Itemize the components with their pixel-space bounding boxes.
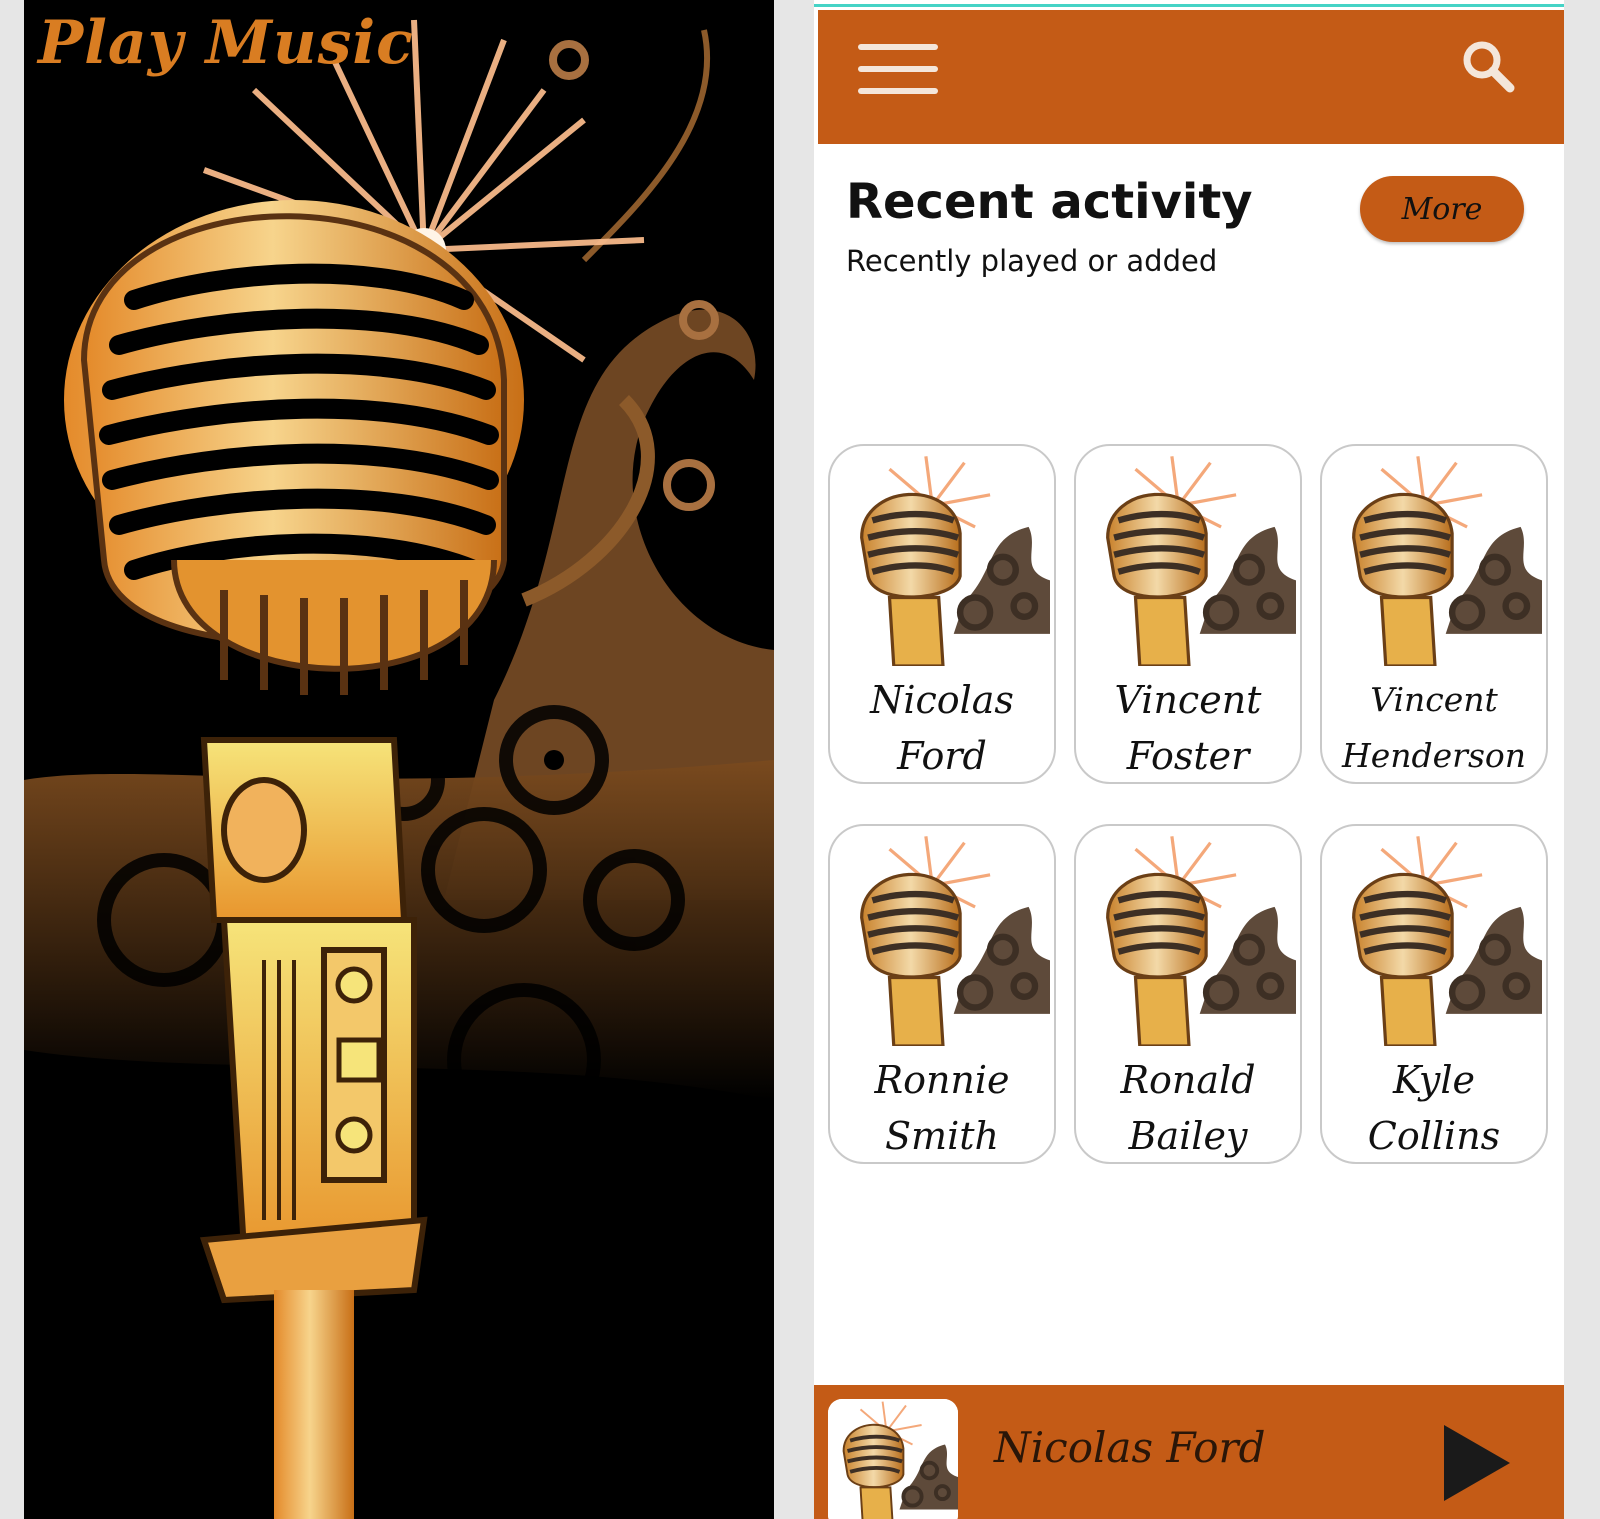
artist-name: Vincent Foster xyxy=(1114,678,1262,778)
microphone-thumbnail xyxy=(836,832,1050,1046)
search-icon[interactable] xyxy=(1458,36,1518,96)
artist-card[interactable]: Kyle Collins xyxy=(1320,824,1548,1164)
microphone-thumbnail xyxy=(1328,452,1542,666)
microphone-thumbnail xyxy=(836,452,1050,666)
app-header xyxy=(818,10,1564,144)
artist-name: Ronald Bailey xyxy=(1120,1058,1256,1158)
artist-name: Nicolas Ford xyxy=(870,678,1014,778)
artist-grid: Nicolas Ford Vincent Foster Vincent Henders… xyxy=(828,444,1548,1164)
section-subtitle: Recently played or added xyxy=(846,244,1218,278)
play-icon[interactable] xyxy=(1442,1423,1512,1503)
now-playing-bar[interactable]: Nicolas Ford xyxy=(814,1385,1564,1519)
microphone-thumbnail xyxy=(1328,832,1542,1046)
section-title: Recent activity xyxy=(846,174,1253,230)
artist-card[interactable]: Ronald Bailey xyxy=(1074,824,1302,1164)
artist-card[interactable]: Vincent Henderson xyxy=(1320,444,1548,784)
microphone-thumbnail xyxy=(1082,832,1296,1046)
artist-name: Kyle Collins xyxy=(1367,1058,1501,1158)
artist-card[interactable]: Ronnie Smith xyxy=(828,824,1056,1164)
artist-name: Ronnie Smith xyxy=(874,1058,1010,1158)
artist-card[interactable]: Vincent Foster xyxy=(1074,444,1302,784)
microphone-illustration xyxy=(24,19,774,1519)
hamburger-menu-icon[interactable] xyxy=(858,44,938,98)
now-playing-title: Nicolas Ford xyxy=(994,1423,1266,1472)
microphone-thumbnail xyxy=(828,1399,958,1519)
splash-logo: Play Music xyxy=(38,8,414,78)
artist-name: Vincent Henderson xyxy=(1341,680,1527,775)
artist-card[interactable]: Nicolas Ford xyxy=(828,444,1056,784)
microphone-thumbnail xyxy=(1082,452,1296,666)
now-playing-thumbnail xyxy=(828,1399,958,1519)
app-screen: Recent activity Recently played or added… xyxy=(814,0,1564,1519)
more-button[interactable]: More xyxy=(1360,176,1524,242)
splash-screen: Play Music xyxy=(24,0,774,1519)
top-highlight-line xyxy=(814,4,1564,7)
